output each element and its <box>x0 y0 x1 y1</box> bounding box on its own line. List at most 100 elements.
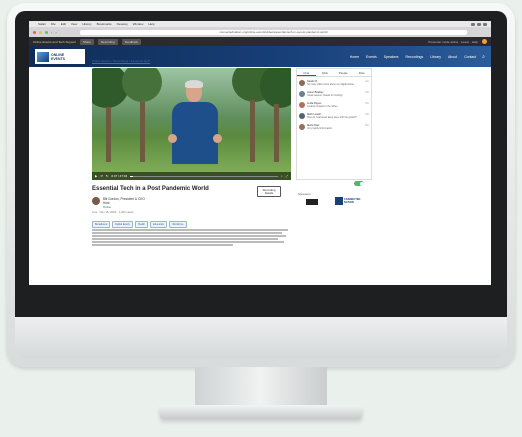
chat-toggle[interactable] <box>354 181 364 186</box>
zoom-window-button[interactable] <box>45 30 48 34</box>
sponsor-logo[interactable]: CONNECTED NATION <box>335 196 369 205</box>
tag-list: Broadband Digital Equity Health Educatio… <box>92 221 187 228</box>
sponsor-name: NATION <box>344 200 354 204</box>
commenter-avatar[interactable] <box>299 113 305 119</box>
nav-recordings[interactable]: Recordings <box>406 55 424 59</box>
tag[interactable]: Health <box>134 221 149 228</box>
nav-contact[interactable]: Contact <box>464 55 476 59</box>
menu-item[interactable]: Window <box>133 22 144 26</box>
tab-people[interactable]: People <box>334 69 353 76</box>
menu-item[interactable]: View <box>71 22 77 26</box>
nav-about[interactable]: About <box>448 55 457 59</box>
commenter-avatar[interactable] <box>299 91 305 97</box>
sponsor-mark-icon <box>335 196 343 205</box>
site-header: ONLINE EVENTS Home Events Speakers Record… <box>29 46 491 67</box>
author-status: Online <box>103 205 112 209</box>
video-controls: ▶ ↺ ↻ 0:47 / 47:04 ♪ ⤢ <box>92 172 291 180</box>
video-time: 0:47 / 47:04 <box>111 174 128 178</box>
monitor-chin <box>15 317 507 359</box>
tree-decor <box>274 104 279 162</box>
menu-item[interactable]: Safari <box>38 22 46 26</box>
logo-text: ONLINE <box>51 52 65 57</box>
tab-files[interactable]: Files <box>353 69 372 76</box>
event-bar-message: Presenter mode active · Leave · Help <box>428 39 478 44</box>
chat-message: Sarah M. 2m So many valid points about ou… <box>297 77 371 88</box>
menu-item[interactable]: Edit <box>61 22 66 26</box>
event-bar-label: Online Events and Tech Support <box>33 39 76 44</box>
video-progress-bar[interactable] <box>130 175 279 177</box>
tab-chat[interactable]: Chat <box>297 69 316 76</box>
message-text: So many valid points about our digital d… <box>307 83 355 86</box>
logo-mark-icon <box>37 51 49 62</box>
monitor-stand-foot <box>160 405 362 419</box>
tag[interactable]: Broadband <box>92 221 111 228</box>
logo-text: EVENTS <box>51 56 66 61</box>
forward-icon[interactable]: › <box>55 30 56 35</box>
message-time: 3m <box>365 91 369 94</box>
status-icons <box>471 22 487 26</box>
description-text <box>92 229 288 248</box>
author-block: Bill Gordon, President & CEO Host Online <box>92 197 145 209</box>
play-icon[interactable]: ▶ <box>95 174 97 178</box>
nav-speakers[interactable]: Speakers <box>384 55 399 59</box>
message-text: How do rural areas keep pace with the gr… <box>307 116 357 119</box>
side-panel: Chat Q&A People Files Sarah M. 2m So many… <box>296 68 372 180</box>
panel-tabs: Chat Q&A People Files <box>297 69 371 77</box>
clock-icon[interactable] <box>483 22 487 26</box>
back-icon[interactable]: ‹ <box>51 30 52 35</box>
minimize-window-button[interactable] <box>39 30 42 34</box>
message-text: Very helpful information. <box>307 127 333 130</box>
feedback-button[interactable]: Feedback <box>121 38 141 45</box>
recording-details-button[interactable]: Recording Details <box>257 186 281 197</box>
menu-item[interactable]: History <box>82 22 91 26</box>
sponsor-logo[interactable] <box>306 199 318 205</box>
chat-message: Jason Bradley 3m Great session, thanks fo… <box>297 88 371 99</box>
commenter-avatar[interactable] <box>299 102 305 108</box>
fullscreen-icon[interactable]: ⤢ <box>286 174 288 178</box>
wifi-icon[interactable] <box>471 22 475 26</box>
commenter-avatar[interactable] <box>299 124 305 130</box>
message-time: 2m <box>365 80 369 83</box>
message-time: 6m <box>365 113 369 116</box>
nav-home[interactable]: Home <box>350 55 359 59</box>
breadcrumb[interactable]: Online Events / Recordings / Essential T… <box>92 59 150 63</box>
search-icon[interactable]: ⌕ <box>482 54 485 60</box>
tree-decor <box>140 102 145 162</box>
site-logo[interactable]: ONLINE EVENTS <box>35 49 85 64</box>
nav-events[interactable]: Events <box>366 55 377 59</box>
menu-item[interactable]: Develop <box>117 22 128 26</box>
menu-item[interactable]: Help <box>148 22 154 26</box>
message-text: Looking forward to the slides. <box>307 105 339 108</box>
message-time: 5m <box>365 102 369 105</box>
sponsors-label: Sponsors <box>298 192 311 196</box>
volume-icon[interactable]: ♪ <box>281 174 283 178</box>
message-text: Great session, thanks for hosting! <box>307 94 343 97</box>
skip-back-icon[interactable]: ↺ <box>100 174 103 178</box>
close-window-button[interactable] <box>33 30 36 34</box>
menu-item[interactable]: Bookmarks <box>97 22 112 26</box>
browser-toolbar: ‹ › connectednation.org/online-events/vi… <box>29 27 491 37</box>
battery-icon[interactable] <box>477 22 481 26</box>
chat-message: Linda Reyes 5m Looking forward to the sli… <box>297 99 371 110</box>
recording-button[interactable]: Recording <box>98 38 118 45</box>
skip-forward-icon[interactable]: ↻ <box>106 174 109 178</box>
chat-message: Maria Diaz 8m Very helpful information. <box>297 121 371 132</box>
tree-decor <box>122 68 162 102</box>
tag[interactable]: Workforce <box>169 221 187 228</box>
event-toolbar: Online Events and Tech Support Share Rec… <box>29 37 491 46</box>
commenter-avatar[interactable] <box>299 80 305 86</box>
tag[interactable]: Digital Equity <box>112 221 133 228</box>
tab-qa[interactable]: Q&A <box>316 69 335 76</box>
tree-decor <box>260 68 291 108</box>
message-time: 8m <box>365 124 369 127</box>
tag[interactable]: Education <box>150 221 168 228</box>
menu-item[interactable]: File <box>51 22 56 26</box>
author-avatar[interactable] <box>92 197 100 205</box>
tree-decor <box>250 100 255 162</box>
nav-library[interactable]: Library <box>430 55 441 59</box>
address-bar[interactable]: connectednation.org/online-events/video/… <box>79 29 467 35</box>
share-button[interactable]: Share <box>79 38 94 45</box>
page-title: Essential Tech in a Post Pandemic World <box>92 186 209 192</box>
video-player[interactable]: ▶ ↺ ↻ 0:47 / 47:04 ♪ ⤢ <box>92 68 291 180</box>
user-avatar[interactable] <box>482 39 487 44</box>
